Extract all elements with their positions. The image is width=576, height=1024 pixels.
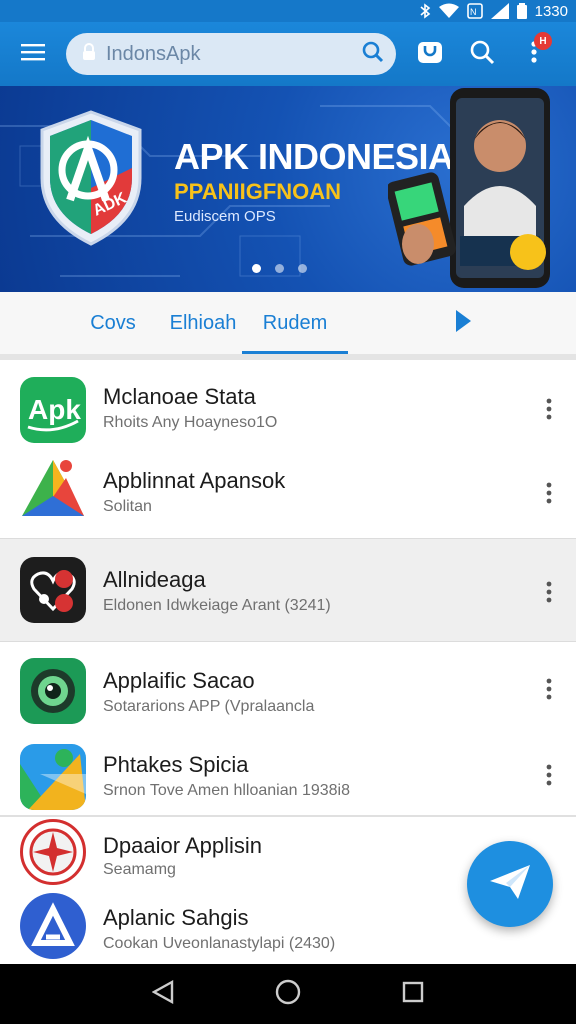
notification-badge: H — [534, 32, 552, 50]
send-plane-icon — [488, 863, 532, 906]
maps-icon — [20, 744, 86, 810]
app-title: Aplanic Sahgis — [103, 905, 249, 930]
tab-covs[interactable]: Covs — [80, 292, 146, 354]
menu-icon — [21, 43, 45, 66]
tabs-scroll-button[interactable] — [446, 306, 480, 340]
search-input[interactable]: IndonsApk — [106, 43, 362, 66]
app-subtitle: Srnon Tove Amen hlloanian 1938i8 — [103, 782, 350, 799]
recents-icon — [402, 981, 424, 1008]
app-subtitle: Seamamg — [103, 861, 176, 878]
more-options-button[interactable] — [536, 478, 562, 508]
more-options-button[interactable] — [536, 394, 562, 424]
app-subtitle: Cookan Uveonlanastylapi (2430) — [103, 935, 336, 952]
svg-text:Apk: Apk — [28, 394, 81, 425]
carousel-dot[interactable] — [252, 264, 261, 273]
svg-text:N: N — [470, 7, 477, 17]
status-bar: N 1330 — [0, 0, 576, 22]
carousel-indicator — [252, 264, 307, 273]
back-icon — [151, 979, 174, 1009]
more-options-button[interactable] — [536, 674, 562, 704]
app-title: Mclanoae Stata — [103, 384, 256, 409]
play-arrow-icon — [454, 309, 472, 338]
heart-plugs-icon — [20, 557, 86, 623]
star-emblem-icon — [20, 819, 86, 885]
nfc-icon: N — [466, 3, 483, 19]
app-subtitle: Sotararions APP (Vpralaancla — [103, 698, 315, 715]
bag-icon — [417, 40, 443, 69]
app-title: Dpaaior Applisin — [103, 833, 262, 858]
banner-subtitle: PPANIIGFNOAN — [174, 179, 342, 204]
app-title: Applaific Sacao — [103, 668, 255, 693]
recents-button[interactable] — [393, 974, 433, 1014]
battery-icon — [516, 3, 527, 19]
apk-logo-icon: Apk — [20, 377, 86, 443]
app-title: Apblinnat Apansok — [103, 468, 286, 493]
system-nav-bar — [0, 964, 576, 1024]
search-icon — [469, 39, 495, 70]
camera-lens-icon — [20, 658, 86, 724]
more-options-button[interactable] — [536, 577, 562, 607]
tab-rudem[interactable]: Rudem — [242, 292, 348, 354]
list-item[interactable]: Phtakes Spicia Srnon Tove Amen hlloanian… — [0, 742, 576, 814]
lock-icon — [82, 42, 100, 66]
play-triangle-icon — [20, 456, 86, 522]
tab-elhioah[interactable]: Elhioah — [162, 292, 244, 354]
app-title: Allnideaga — [103, 567, 206, 592]
list-item[interactable]: Apblinnat Apansok Solitan — [0, 450, 576, 538]
search-icon[interactable] — [362, 41, 384, 68]
wifi-icon — [438, 3, 459, 19]
home-icon — [275, 979, 301, 1010]
home-button[interactable] — [268, 974, 308, 1014]
status-time: 1330 — [534, 2, 568, 20]
send-fab-button[interactable] — [467, 841, 553, 927]
bluetooth-icon — [419, 3, 431, 19]
promo-banner[interactable]: ADK APK INDONESIA PPANIIGFNOAN Eudiscem … — [0, 86, 576, 292]
carousel-dot[interactable] — [298, 264, 307, 273]
list-item-selected[interactable]: Allnideaga Eldonen Idwkeiage Arant (3241… — [0, 538, 576, 642]
carousel-dot[interactable] — [275, 264, 284, 273]
bag-button[interactable] — [404, 22, 456, 86]
list-item[interactable]: Apk Mclanoae Stata Rhoits Any Hoayneso1O — [0, 366, 576, 450]
category-tabs: Covs Elhioah Rudem — [0, 292, 576, 360]
app-subtitle: Rhoits Any Hoayneso1O — [103, 414, 278, 431]
apk-shield-logo: ADK — [40, 110, 142, 246]
overflow-button[interactable]: H — [508, 22, 560, 86]
app-subtitle: Eldonen Idwkeiage Arant (3241) — [103, 597, 331, 614]
more-options-button[interactable] — [536, 760, 562, 790]
a-logo-icon — [20, 893, 86, 959]
list-item[interactable]: Applaific Sacao Sotararions APP (Vpralaa… — [0, 646, 576, 742]
app-bar: IndonsApk H — [0, 22, 576, 86]
banner-tagline: Eudiscem OPS — [174, 208, 276, 225]
app-subtitle: Solitan — [103, 498, 152, 515]
phone-illustration — [388, 88, 550, 288]
back-button[interactable] — [143, 974, 183, 1014]
search-button[interactable] — [456, 22, 508, 86]
search-box[interactable]: IndonsApk — [66, 33, 396, 75]
app-title: Phtakes Spicia — [103, 752, 249, 777]
signal-icon — [490, 3, 509, 19]
menu-button[interactable] — [0, 22, 66, 86]
